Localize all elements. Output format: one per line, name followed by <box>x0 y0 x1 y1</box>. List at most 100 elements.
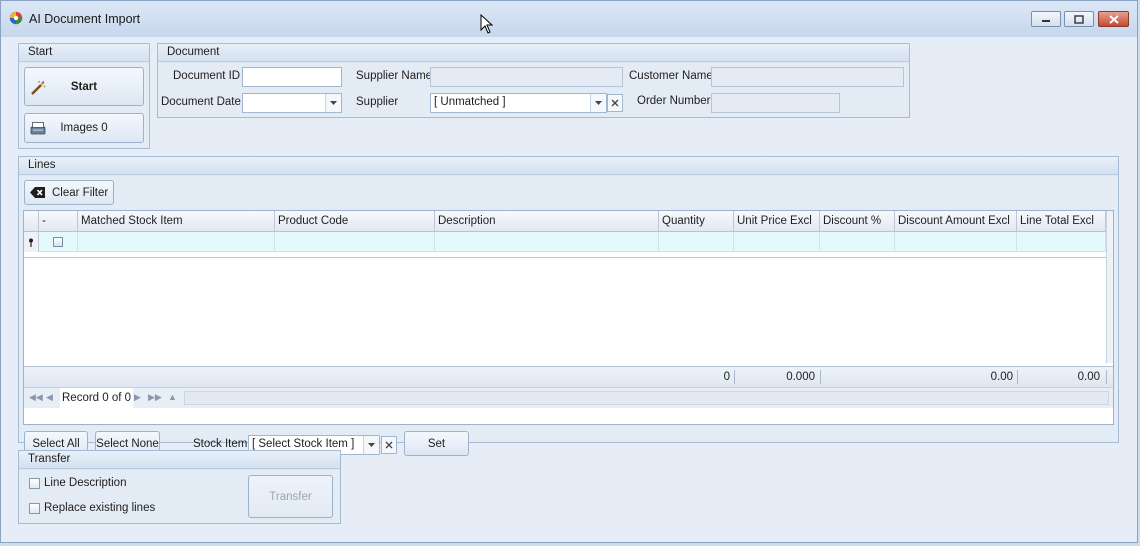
document-group: Document Document ID Document Date Suppl… <box>157 43 910 118</box>
document-group-title: Document <box>158 44 909 62</box>
app-window: AI Document Import Start Start Images 0 … <box>0 0 1138 543</box>
supplier-label: Supplier <box>356 96 399 108</box>
start-group-title: Start <box>19 44 149 62</box>
discount-percent-cell[interactable] <box>820 232 895 252</box>
column-header-discount-percent[interactable]: Discount % <box>820 211 895 232</box>
previous-record-icon[interactable]: ◀ <box>46 392 53 403</box>
row-select-checkbox[interactable] <box>53 237 63 247</box>
document-date-picker[interactable] <box>242 93 342 113</box>
new-item-row[interactable] <box>24 232 1106 252</box>
column-header-discount-amount-excl[interactable]: Discount Amount Excl <box>895 211 1017 232</box>
row-indicator-header <box>24 211 39 232</box>
column-header-unit-price-excl[interactable]: Unit Price Excl <box>734 211 820 232</box>
close-icon <box>1108 14 1119 24</box>
next-record-icon[interactable]: ▶ <box>134 392 141 403</box>
order-number-field <box>711 93 840 113</box>
select-cell[interactable] <box>39 232 78 252</box>
document-date-label: Document Date <box>161 96 241 108</box>
set-button[interactable]: Set <box>404 431 469 456</box>
first-record-icon[interactable]: ◀◀ <box>29 392 43 403</box>
lines-group-title: Lines <box>19 157 1118 175</box>
line-description-checkbox[interactable] <box>29 478 40 489</box>
supplier-value: [ Unmatched ] <box>434 96 506 108</box>
scanner-icon <box>30 122 46 135</box>
matched-stock-item-cell[interactable] <box>78 232 275 252</box>
chevron-down-icon <box>595 101 602 105</box>
lines-grid: - Matched Stock Item Product Code Descri… <box>23 210 1114 425</box>
quantity-cell[interactable] <box>659 232 734 252</box>
supplier-dropdown-arrow[interactable] <box>590 94 606 112</box>
total-line-total: 0.00 <box>1077 371 1100 383</box>
footer-separator <box>734 370 735 384</box>
document-id-label: Document ID <box>173 70 241 82</box>
column-header-product-code[interactable]: Product Code <box>275 211 435 232</box>
replace-lines-checkbox[interactable] <box>29 503 40 514</box>
window-title: AI Document Import <box>29 12 141 26</box>
select-all-label: Select All <box>32 437 80 450</box>
column-header-description[interactable]: Description <box>435 211 659 232</box>
total-unit-price: 0.000 <box>786 371 815 383</box>
close-window-button[interactable] <box>1098 11 1129 27</box>
stock-item-label: Stock Item <box>193 438 248 450</box>
stock-item-value: [ Select Stock Item ] <box>252 438 355 450</box>
stock-item-dropdown-arrow[interactable] <box>363 436 379 454</box>
transfer-button[interactable]: Transfer <box>248 475 333 518</box>
minimize-button[interactable] <box>1031 11 1061 27</box>
order-number-label: Order Number <box>637 95 711 107</box>
totals-footer: 0 0.000 0.00 0.00 <box>24 366 1113 387</box>
chevron-down-icon <box>368 443 375 447</box>
grid-divider <box>24 257 1106 258</box>
restore-icon <box>1074 14 1084 24</box>
supplier-dropdown[interactable]: [ Unmatched ] <box>430 93 607 113</box>
supplier-name-label: Supplier Name <box>356 70 433 82</box>
start-button[interactable]: Start <box>24 67 144 106</box>
title-bar[interactable]: AI Document Import <box>1 1 1137 37</box>
set-label: Set <box>427 437 446 450</box>
stock-item-clear-button[interactable] <box>381 436 397 454</box>
start-button-label: Start <box>70 80 98 93</box>
supplier-name-field <box>430 67 623 87</box>
start-group: Start Start Images 0 <box>18 43 150 149</box>
close-icon <box>611 99 619 107</box>
chevron-down-icon <box>330 101 337 105</box>
mouse-cursor-icon <box>480 14 494 34</box>
clear-filter-button[interactable]: Clear Filter <box>24 180 114 205</box>
line-total-cell[interactable] <box>1017 232 1106 252</box>
restore-button[interactable] <box>1064 11 1094 27</box>
supplier-clear-button[interactable] <box>607 94 623 112</box>
transfer-group: Transfer Line Description Replace existi… <box>18 450 341 524</box>
row-indicator <box>24 232 39 252</box>
vertical-scrollbar[interactable] <box>1106 211 1113 363</box>
column-header-line-total-excl[interactable]: Line Total Excl <box>1017 211 1106 232</box>
record-counter: Record 0 of 0 <box>60 388 134 408</box>
discount-amount-cell[interactable] <box>895 232 1017 252</box>
column-header-quantity[interactable]: Quantity <box>659 211 734 232</box>
document-id-input[interactable] <box>242 67 342 87</box>
unit-price-cell[interactable] <box>734 232 820 252</box>
total-quantity: 0 <box>723 371 730 383</box>
description-cell[interactable] <box>435 232 659 252</box>
close-icon <box>385 441 393 449</box>
transfer-label: Transfer <box>269 490 312 503</box>
date-dropdown-arrow[interactable] <box>325 94 341 112</box>
total-discount-amount: 0.00 <box>990 371 1013 383</box>
images-button[interactable]: Images 0 <box>24 113 144 143</box>
footer-separator <box>1017 370 1018 384</box>
line-description-label: Line Description <box>44 477 127 489</box>
clear-filter-icon <box>30 187 45 198</box>
column-header-select[interactable]: - <box>39 211 78 232</box>
record-navigator: ◀◀ ◀ Record 0 of 0 ▶ ▶▶ ▲ <box>24 387 1113 408</box>
grid-header: - Matched Stock Item Product Code Descri… <box>24 211 1113 232</box>
product-code-cell[interactable] <box>275 232 435 252</box>
horizontal-scrollbar[interactable] <box>184 391 1109 405</box>
append-record-icon[interactable]: ▲ <box>168 392 177 402</box>
column-header-matched-stock-item[interactable]: Matched Stock Item <box>78 211 275 232</box>
customer-name-label: Customer Name <box>629 70 713 82</box>
customer-name-field <box>711 67 904 87</box>
last-record-icon[interactable]: ▶▶ <box>148 392 162 403</box>
clear-filter-label: Clear Filter <box>52 186 109 199</box>
footer-separator <box>820 370 821 384</box>
footer-separator <box>1106 370 1107 384</box>
select-none-label: Select None <box>96 437 159 450</box>
transfer-group-title: Transfer <box>19 451 340 469</box>
